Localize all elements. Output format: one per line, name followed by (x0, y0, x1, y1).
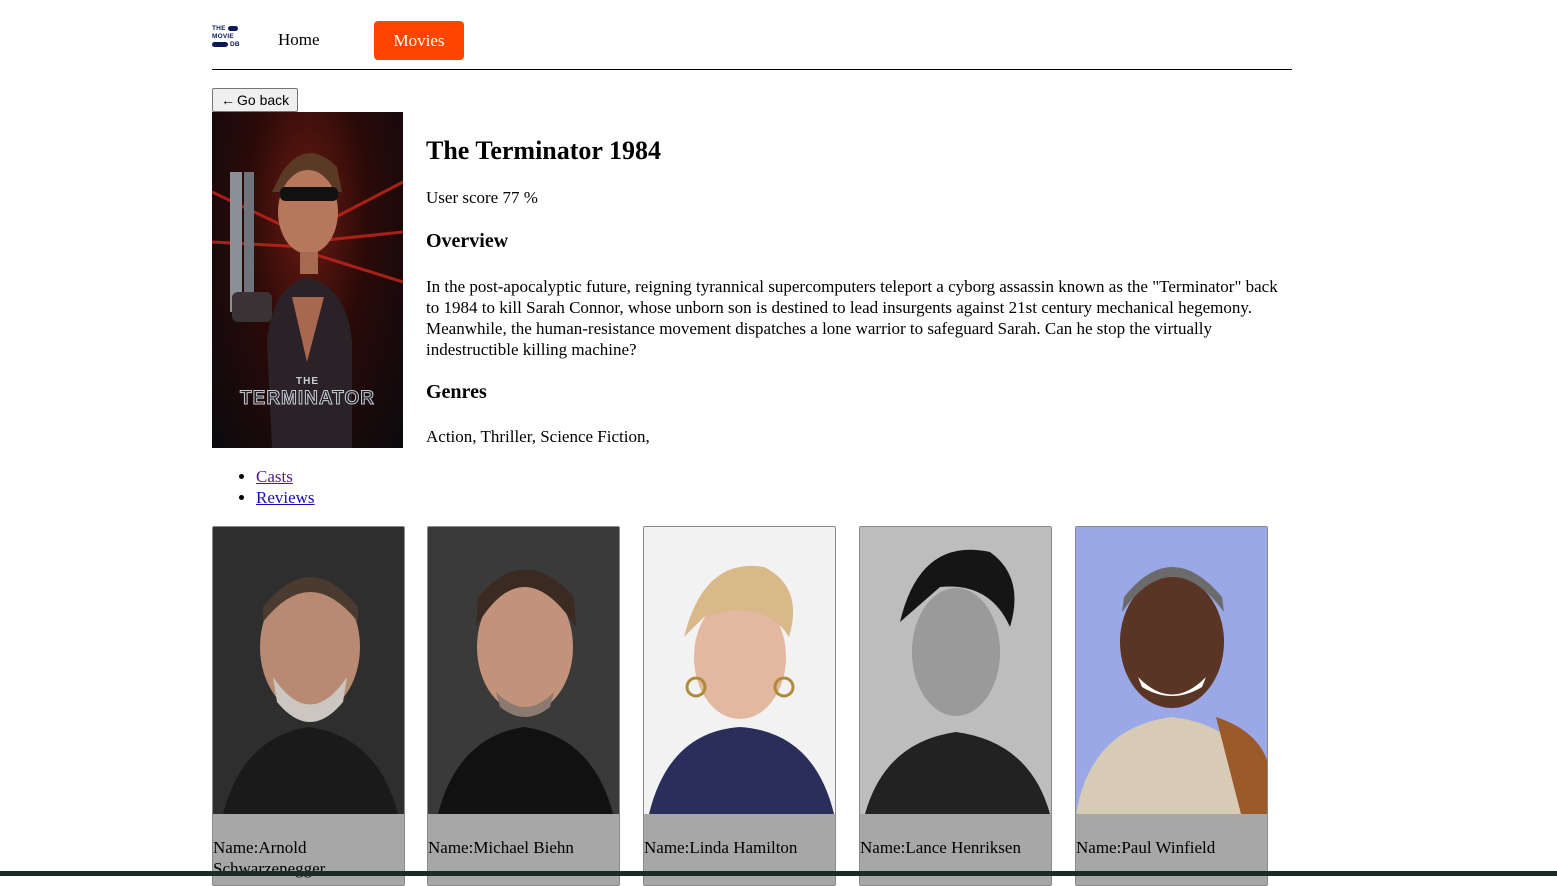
go-back-label: Go back (237, 92, 290, 108)
cast-photo (1076, 527, 1267, 814)
logo-line-1: THE (212, 25, 226, 32)
arrow-left-icon: ← (221, 92, 235, 108)
subnav-item-reviews: Reviews (256, 487, 315, 508)
cast-photo (860, 527, 1051, 814)
genres-heading: Genres (426, 381, 487, 403)
casts-link[interactable]: Casts (256, 467, 293, 486)
cast-name: Name:Linda Hamilton (644, 838, 798, 857)
overview-heading: Overview (426, 230, 509, 252)
cast-card[interactable]: Name:Michael Biehn (427, 526, 620, 886)
person-silhouette-icon (223, 577, 398, 814)
page: THE MOVIE DB Home Movies ← Go back THE T… (212, 0, 1292, 886)
person-silhouette-icon (1076, 567, 1267, 814)
movie-poster: THE TERMINATOR (212, 112, 403, 448)
cast-photo (213, 527, 404, 814)
person-silhouette-icon (865, 549, 1050, 814)
tmdb-logo[interactable]: THE MOVIE DB (212, 25, 244, 49)
bottom-bar (0, 871, 1557, 876)
genres-text: Action, Thriller, Science Fiction, (426, 427, 650, 446)
header: THE MOVIE DB Home Movies (212, 0, 1292, 70)
cast-photo (428, 527, 619, 814)
person-silhouette-icon (649, 565, 834, 814)
subnav-item-casts: Casts (256, 466, 315, 487)
cast-photo (644, 527, 835, 814)
go-back-button[interactable]: ← Go back (212, 88, 299, 112)
cast-card[interactable]: Name:Arnold Schwarzenegger (212, 526, 405, 886)
reviews-link[interactable]: Reviews (256, 488, 315, 507)
logo-line-2: MOVIE (212, 33, 234, 40)
logo-line-3: DB (230, 41, 240, 48)
movie-title: The Terminator 1984 (426, 136, 661, 165)
overview-text: In the post-apocalyptic future, reigning… (426, 277, 1278, 359)
cast-card[interactable]: Name:Paul Winfield (1075, 526, 1268, 886)
poster-title-small: THE (296, 376, 319, 387)
movie-subnav: Casts Reviews (212, 466, 315, 508)
nav-home-link[interactable]: Home (278, 30, 320, 50)
cast-name: Name:Lance Henriksen (860, 838, 1021, 857)
poster-title-large: TERMINATOR (240, 388, 375, 410)
cast-name: Name:Paul Winfield (1076, 838, 1216, 857)
nav-movies-link[interactable]: Movies (374, 21, 464, 60)
cast-card[interactable]: Name:Lance Henriksen (859, 526, 1052, 886)
user-score: User score 77 % (426, 188, 538, 207)
cast-name: Name:Michael Biehn (428, 838, 574, 857)
person-silhouette-icon (438, 569, 613, 814)
cast-card[interactable]: Name:Linda Hamilton (643, 526, 836, 886)
